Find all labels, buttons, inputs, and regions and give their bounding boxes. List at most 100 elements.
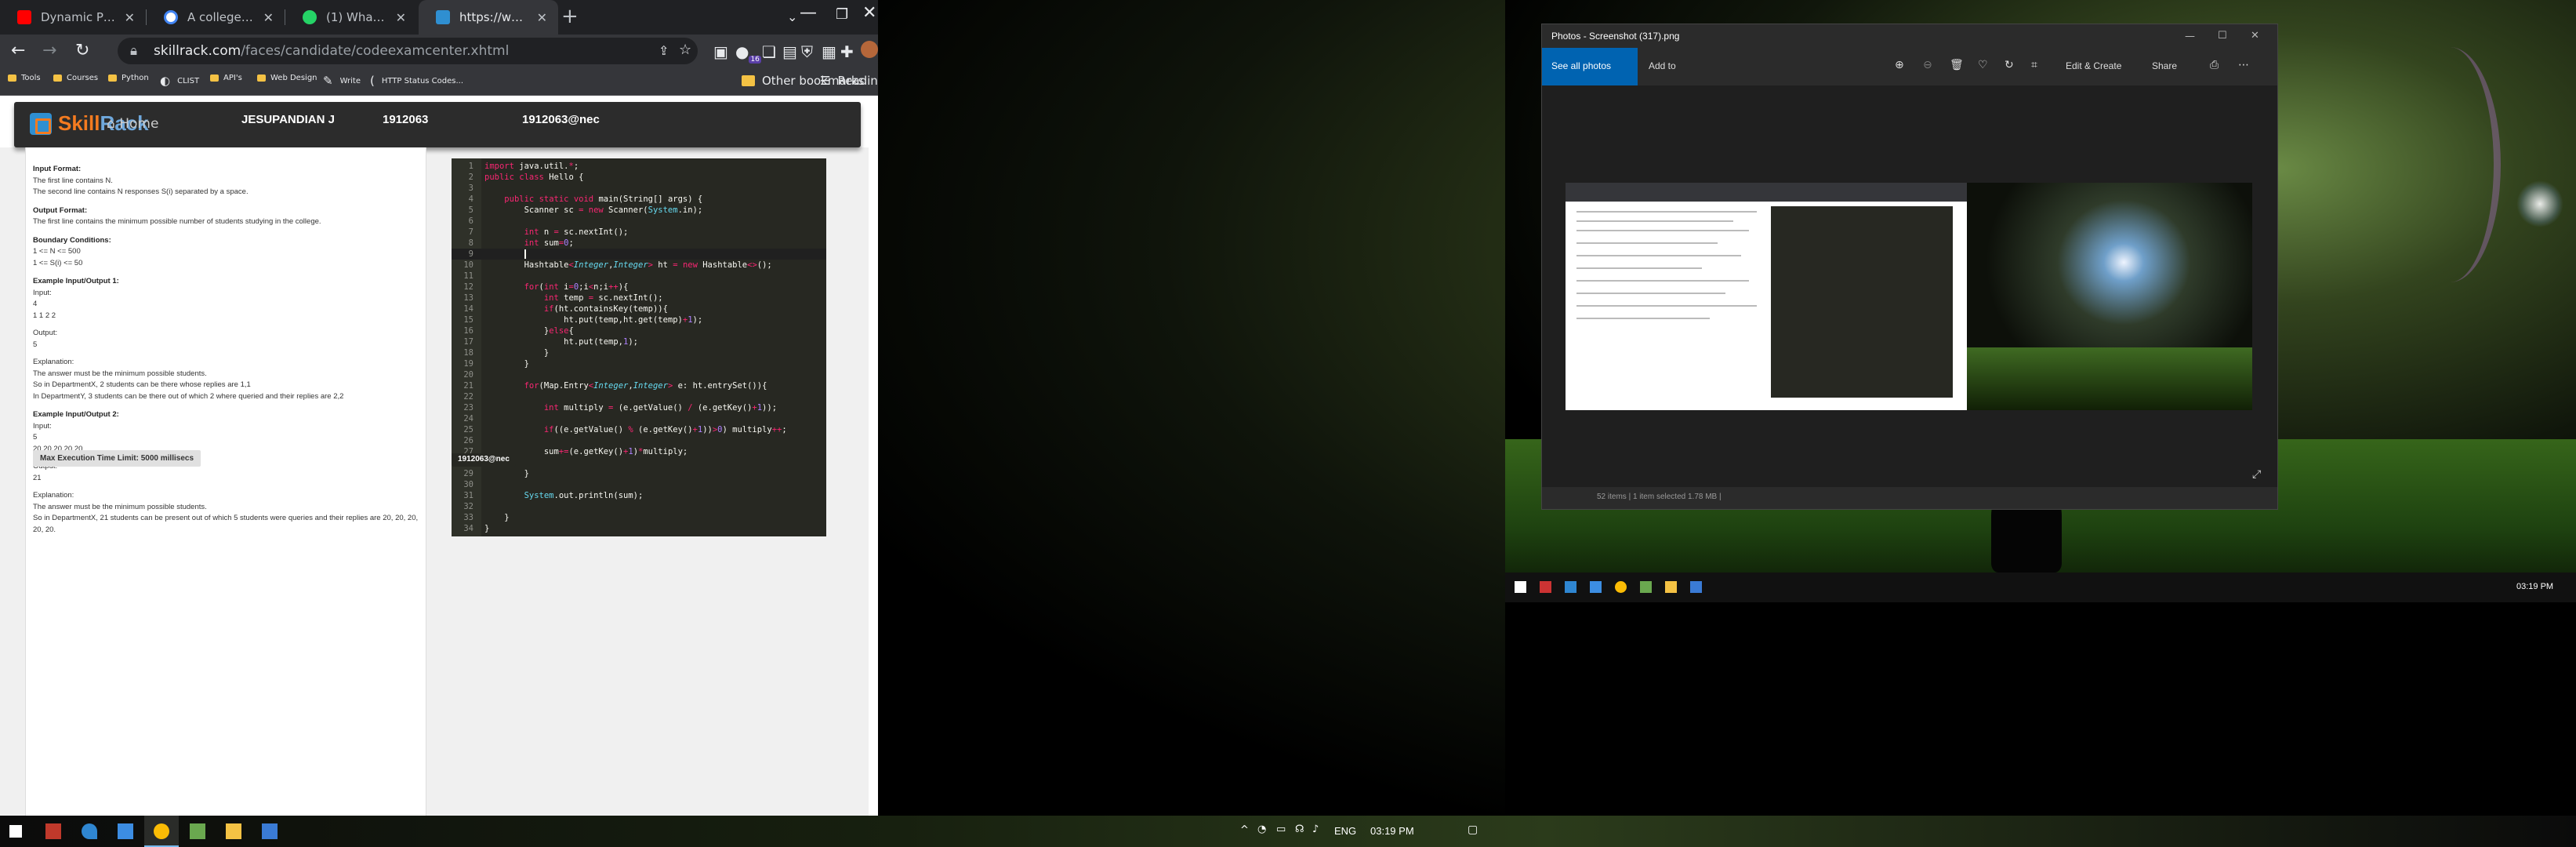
- code-token: for: [524, 381, 539, 391]
- shield-icon[interactable]: ⛨: [801, 42, 813, 61]
- code-text: public class Hello {: [484, 172, 583, 183]
- copy-extension-icon[interactable]: ❏: [762, 42, 776, 61]
- code-text: }: [484, 358, 529, 369]
- tab-whatsapp[interactable]: (1) WhatsApp ✕: [285, 0, 417, 35]
- section-heading: Boundary Conditions:: [33, 235, 111, 245]
- tab-skillrack[interactable]: https://www.skillrack.com/faces/c ✕: [419, 0, 558, 35]
- code-line[interactable]: 31 System.out.println(sum);: [452, 490, 826, 501]
- folder-icon: [210, 75, 219, 82]
- problem-text: 20, 20.: [33, 525, 56, 534]
- roll-number: 1912063: [383, 113, 429, 126]
- tab-youtube[interactable]: Dynamic Programming - Learn t ✕: [0, 0, 146, 35]
- reload-icon[interactable]: ↻: [75, 41, 89, 60]
- line-number: 18: [463, 348, 473, 358]
- code-token: Integer: [633, 381, 668, 391]
- code-line[interactable]: 9: [452, 249, 826, 260]
- code-line[interactable]: 2 public class Hello {: [452, 172, 826, 183]
- code-editor[interactable]: 1 import java.util.*; 2 public class Hello …: [452, 158, 826, 536]
- folder-icon: [8, 75, 16, 82]
- code-line[interactable]: 3: [452, 183, 826, 194]
- bookmark-item[interactable]: Courses: [53, 74, 98, 82]
- code-line[interactable]: 19 }: [452, 358, 826, 369]
- code-line[interactable]: 10 Hashtable<Integer,Integer> ht = new H…: [452, 260, 826, 271]
- bookmark-item[interactable]: API's: [210, 74, 242, 82]
- code-token: int: [543, 293, 559, 303]
- line-number: 5: [468, 205, 473, 215]
- tab-search-icon[interactable]: ⌄: [787, 9, 797, 24]
- address-bar[interactable]: 🔒︎ skillrack.com/faces/candidate/codeexa…: [118, 38, 698, 64]
- code-line[interactable]: 18 }: [452, 347, 826, 358]
- code-line[interactable]: 5 Scanner sc = new Scanner(System.in);: [452, 205, 826, 216]
- code-line[interactable]: 17 ht.put(temp,1);: [452, 336, 826, 347]
- code-token: else: [549, 326, 569, 336]
- minimize-button[interactable]: —: [800, 3, 817, 23]
- bookmark-star-icon[interactable]: ☆: [679, 42, 691, 58]
- code-line[interactable]: 24: [452, 413, 826, 424]
- bookmark-item[interactable]: ◐ CLIST: [160, 74, 199, 88]
- tab-google[interactable]: A college has several students st ✕: [147, 0, 285, 35]
- bookmark-item[interactable]: Web Design: [257, 74, 317, 82]
- code-line[interactable]: 11: [452, 271, 826, 282]
- code-line[interactable]: 8 int sum=0;: [452, 238, 826, 249]
- problem-text: The first line contains the minimum poss…: [33, 217, 321, 226]
- share-icon[interactable]: ⇪: [659, 43, 669, 58]
- code-line[interactable]: 1 import java.util.*;: [452, 161, 826, 172]
- code-line[interactable]: 32: [452, 501, 826, 512]
- grid-extension-icon[interactable]: ▦: [822, 42, 836, 61]
- extension-icon[interactable]: ▣: [713, 42, 728, 61]
- code-line[interactable]: 14 if(ht.containsKey(temp)){: [452, 304, 826, 314]
- desktop-wallpaper: [878, 0, 2576, 816]
- code-token: System: [524, 491, 554, 500]
- bookmark-item[interactable]: Tools: [8, 74, 41, 82]
- close-tab-icon[interactable]: ✕: [263, 10, 274, 25]
- puzzle-icon[interactable]: ✚: [840, 42, 854, 61]
- bookmark-item[interactable]: Python: [108, 74, 149, 82]
- back-icon[interactable]: ←: [11, 41, 25, 60]
- code-line[interactable]: 26: [452, 435, 826, 446]
- code-line[interactable]: 16 }else{: [452, 325, 826, 336]
- code-line[interactable]: 13 int temp = sc.nextInt();: [452, 293, 826, 304]
- code-line[interactable]: 33 }: [452, 512, 826, 523]
- close-tab-icon[interactable]: ✕: [396, 10, 406, 25]
- code-token: ) multiply: [722, 425, 772, 434]
- code-line[interactable]: 20: [452, 369, 826, 380]
- forward-icon[interactable]: →: [42, 41, 56, 60]
- avatar[interactable]: [861, 41, 878, 58]
- problem-text: 1 <= N <= 500: [33, 247, 81, 256]
- code-line[interactable]: 23 int multiply = (e.getValue() / (e.get…: [452, 402, 826, 413]
- code-token: if: [543, 425, 554, 434]
- close-tab-icon[interactable]: ✕: [537, 10, 547, 25]
- code-text: [484, 249, 526, 260]
- code-line[interactable]: 29 }: [452, 468, 826, 479]
- restore-button[interactable]: ❐: [836, 6, 848, 23]
- problem-text: So in DepartmentX, 2 students can be the…: [33, 380, 251, 389]
- home-link[interactable]: ⌂ Home: [107, 116, 158, 132]
- code-line[interactable]: 7 int n = sc.nextInt();: [452, 227, 826, 238]
- problem-text: In DepartmentY, 3 students can be there …: [33, 391, 344, 401]
- code-token: Integer: [613, 260, 648, 270]
- code-line[interactable]: 12 for(int i=0;i<n;i++){: [452, 282, 826, 293]
- folder-icon: [257, 75, 266, 82]
- bookmark-item[interactable]: (HTTP Status Codes...: [370, 74, 463, 88]
- code-line[interactable]: 30: [452, 479, 826, 490]
- new-tab-button[interactable]: +: [561, 5, 579, 28]
- extension-counter-icon[interactable]: ● 16: [735, 42, 761, 64]
- code-token: ht: [652, 260, 673, 270]
- code-line[interactable]: 6: [452, 216, 826, 227]
- code-token: (ht.containsKey(temp)){: [553, 304, 668, 314]
- code-line[interactable]: 34}: [452, 523, 826, 534]
- code-line[interactable]: 4 public static void main(String[] args)…: [452, 194, 826, 205]
- page-viewport: SkillRack ⌂ Home JESUPANDIAN J 1912063 1…: [0, 96, 869, 816]
- bookmark-item[interactable]: ✎ Write: [323, 74, 361, 88]
- code-token: for: [524, 282, 539, 292]
- window-extension-icon[interactable]: ▤: [782, 42, 797, 61]
- code-line[interactable]: 22: [452, 391, 826, 402]
- close-tab-icon[interactable]: ✕: [125, 10, 135, 25]
- code-line[interactable]: 21 for(Map.Entry<Integer,Integer> e: ht.…: [452, 380, 826, 391]
- code-line[interactable]: 15 ht.put(temp,ht.get(temp)+1);: [452, 314, 826, 325]
- close-window-button[interactable]: ✕: [862, 3, 876, 23]
- code-line[interactable]: 25 if((e.getValue() % (e.getKey()+1))>0)…: [452, 424, 826, 435]
